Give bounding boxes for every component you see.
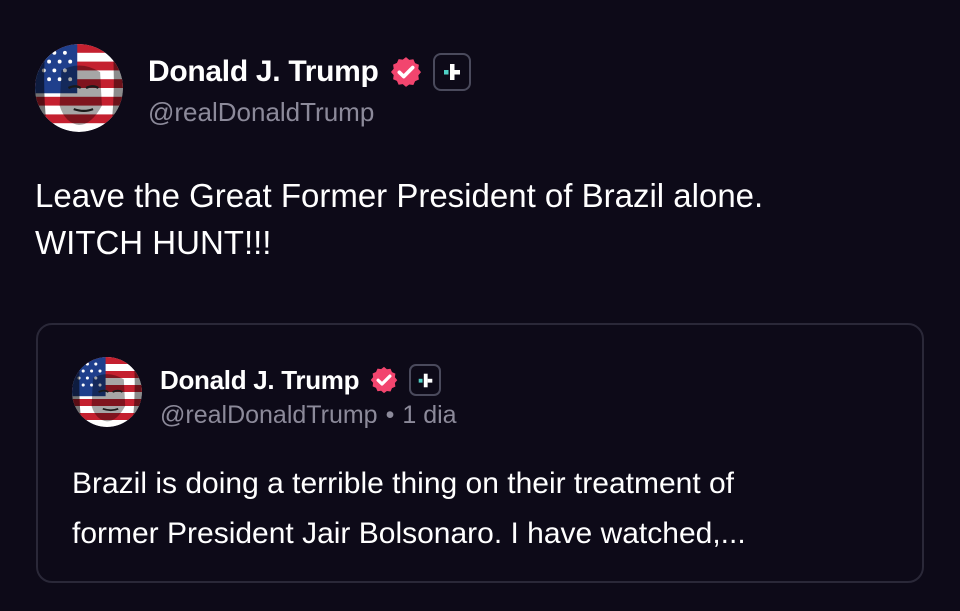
quoted-post-card[interactable]: Donald J. Trump @realDonaldTrump • 1 dia B…	[36, 323, 924, 583]
flag-face-avatar-icon	[35, 44, 123, 132]
quoted-post-timestamp[interactable]: 1 dia	[402, 401, 456, 429]
quoted-author-handle[interactable]: @realDonaldTrump	[160, 401, 378, 429]
post-text: Leave the Great Former President of Braz…	[35, 172, 925, 266]
quoted-text-line: Brazil is doing a terrible thing on thei…	[72, 467, 735, 500]
quoted-author-display-name[interactable]: Donald J. Trump	[160, 365, 359, 396]
post-text-line: Leave the Great Former President of Braz…	[35, 177, 764, 214]
verified-badge-icon	[389, 55, 423, 89]
author-name-row: Donald J. Trump	[148, 52, 471, 92]
post: Donald J. Trump @realDonaldTrump Leave t…	[0, 0, 960, 611]
quoted-author-avatar[interactable]	[72, 357, 142, 427]
quoted-text-line: former President Jair Bolsonaro. I have …	[72, 517, 746, 550]
meta-separator: •	[385, 401, 395, 429]
quoted-post-meta: @realDonaldTrump • 1 dia	[160, 401, 457, 430]
author-handle[interactable]: @realDonaldTrump	[148, 97, 374, 128]
plus-badge-icon[interactable]	[432, 53, 471, 91]
post-text-line: WITCH HUNT!!!	[35, 224, 272, 261]
quoted-post-text: Brazil is doing a terrible thing on thei…	[72, 459, 902, 559]
plus-badge-icon[interactable]	[409, 364, 442, 396]
flag-face-avatar-icon	[72, 357, 142, 427]
verified-badge-icon	[369, 365, 399, 395]
author-display-name[interactable]: Donald J. Trump	[148, 55, 379, 89]
author-avatar[interactable]	[35, 44, 123, 132]
quoted-author-name-row: Donald J. Trump	[160, 361, 442, 399]
